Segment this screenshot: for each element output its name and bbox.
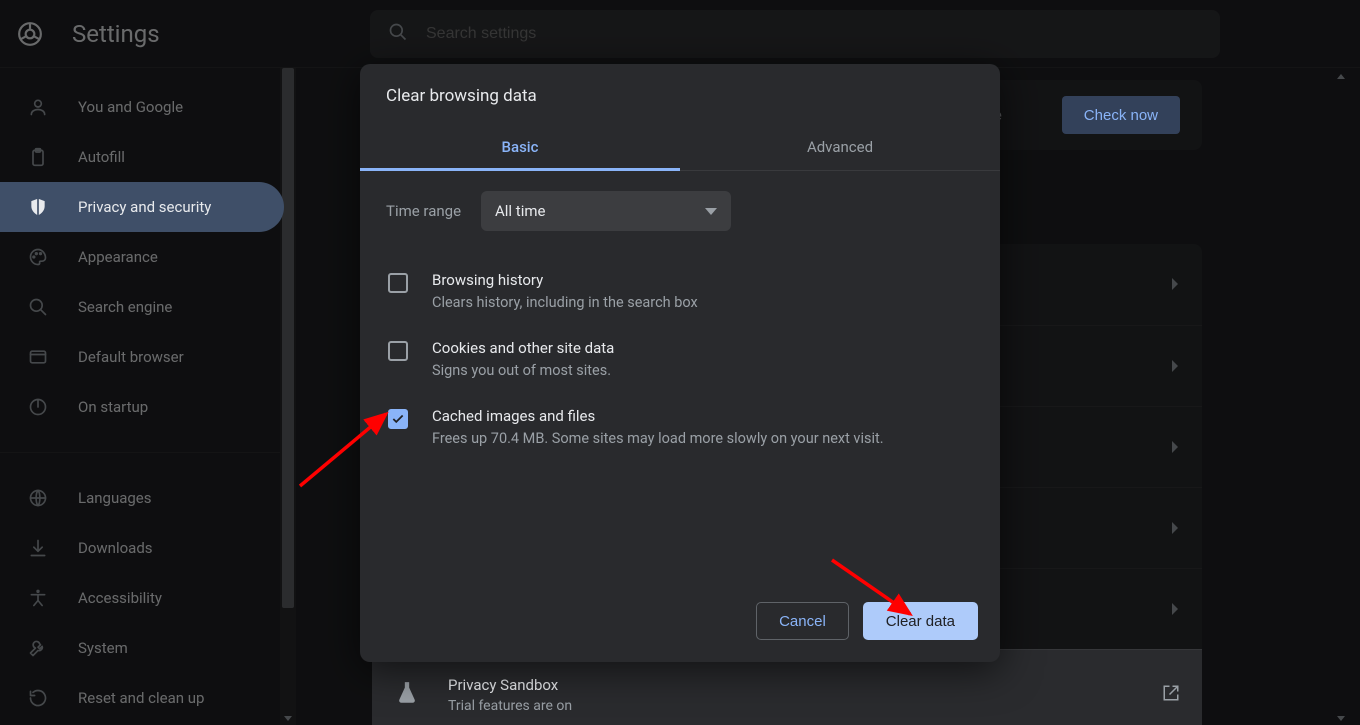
tab-advanced[interactable]: Advanced bbox=[680, 124, 1000, 170]
clear-browsing-data-dialog: Clear browsing data Basic Advanced Time … bbox=[360, 64, 1000, 662]
sidebar-item-reset-and-clean-up[interactable]: Reset and clean up bbox=[0, 673, 284, 723]
search-settings[interactable] bbox=[370, 10, 1220, 58]
browser-icon bbox=[26, 345, 50, 369]
power-icon bbox=[26, 395, 50, 419]
chevron-right-icon bbox=[1170, 600, 1180, 619]
option-title: Cookies and other site data bbox=[432, 339, 614, 357]
download-icon bbox=[26, 536, 50, 560]
clipboard-icon bbox=[26, 145, 50, 169]
accessibility-icon bbox=[26, 586, 50, 610]
palette-icon bbox=[26, 245, 50, 269]
person-icon bbox=[26, 95, 50, 119]
sidebar-item-on-startup[interactable]: On startup bbox=[0, 382, 284, 432]
sidebar-item-label: Privacy and security bbox=[78, 198, 211, 216]
sidebar-item-label: Autofill bbox=[78, 148, 125, 166]
search-input[interactable] bbox=[426, 25, 1202, 43]
clear-option-0: Browsing history Clears history, includin… bbox=[386, 261, 974, 329]
checkbox[interactable] bbox=[388, 273, 408, 293]
sidebar-item-downloads[interactable]: Downloads bbox=[0, 523, 284, 573]
wrench-icon bbox=[26, 636, 50, 660]
sidebar-item-label: You and Google bbox=[78, 98, 183, 116]
sidebar-item-system[interactable]: System bbox=[0, 623, 284, 673]
sidebar-item-label: Search engine bbox=[78, 298, 172, 316]
sidebar-item-label: Languages bbox=[78, 489, 152, 507]
scrollbar-thumb[interactable] bbox=[282, 68, 294, 608]
check-now-button[interactable]: Check now bbox=[1062, 96, 1180, 134]
sidebar-item-autofill[interactable]: Autofill bbox=[0, 132, 284, 182]
option-title: Browsing history bbox=[432, 271, 698, 289]
option-desc: Clears history, including in the search … bbox=[432, 294, 698, 311]
open-external-icon bbox=[1162, 684, 1180, 706]
shield-icon bbox=[26, 195, 50, 219]
globe-icon bbox=[26, 486, 50, 510]
dialog-title: Clear browsing data bbox=[360, 64, 1000, 124]
clear-data-button[interactable]: Clear data bbox=[863, 602, 978, 640]
search-icon bbox=[388, 22, 408, 46]
sidebar-item-default-browser[interactable]: Default browser bbox=[0, 332, 284, 382]
main-scrollbar[interactable] bbox=[1334, 70, 1348, 725]
sandbox-subtitle: Trial features are on bbox=[448, 698, 572, 714]
dialog-tabs: Basic Advanced bbox=[360, 124, 1000, 171]
caret-down-icon bbox=[705, 202, 717, 220]
time-range-label: Time range bbox=[386, 202, 481, 220]
chevron-right-icon bbox=[1170, 519, 1180, 538]
sandbox-title: Privacy Sandbox bbox=[448, 676, 572, 694]
chevron-right-icon bbox=[1170, 275, 1180, 294]
chrome-icon bbox=[16, 20, 44, 48]
sidebar-divider bbox=[0, 452, 296, 453]
sidebar-item-label: Accessibility bbox=[78, 589, 162, 607]
search-icon bbox=[26, 295, 50, 319]
sidebar-scrollbar[interactable] bbox=[280, 68, 296, 725]
sidebar-item-label: System bbox=[78, 639, 128, 657]
time-range-select[interactable]: All time bbox=[481, 191, 731, 231]
restore-icon bbox=[26, 686, 50, 710]
chevron-right-icon bbox=[1170, 438, 1180, 457]
option-desc: Frees up 70.4 MB. Some sites may load mo… bbox=[432, 430, 884, 447]
chevron-right-icon bbox=[1170, 357, 1180, 376]
sidebar-item-appearance[interactable]: Appearance bbox=[0, 232, 284, 282]
sidebar-item-label: Downloads bbox=[78, 539, 153, 557]
sidebar-item-label: Appearance bbox=[78, 248, 158, 266]
sidebar-item-privacy-and-security[interactable]: Privacy and security bbox=[0, 182, 284, 232]
sidebar-item-label: On startup bbox=[78, 398, 148, 416]
clear-option-1: Cookies and other site data Signs you out… bbox=[386, 329, 974, 397]
flask-icon bbox=[394, 680, 430, 710]
cancel-button[interactable]: Cancel bbox=[756, 602, 849, 640]
sidebar-item-search-engine[interactable]: Search engine bbox=[0, 282, 284, 332]
option-desc: Signs you out of most sites. bbox=[432, 362, 614, 379]
sidebar-item-label: Reset and clean up bbox=[78, 689, 204, 707]
clear-option-2: Cached images and files Frees up 70.4 MB.… bbox=[386, 397, 974, 465]
sidebar-item-label: Default browser bbox=[78, 348, 184, 366]
sidebar-item-accessibility[interactable]: Accessibility bbox=[0, 573, 284, 623]
tab-basic[interactable]: Basic bbox=[360, 124, 680, 170]
sidebar-item-you-and-google[interactable]: You and Google bbox=[0, 82, 284, 132]
checkbox[interactable] bbox=[388, 409, 408, 429]
option-title: Cached images and files bbox=[432, 407, 884, 425]
page-title: Settings bbox=[72, 20, 160, 48]
time-range-value: All time bbox=[495, 202, 545, 220]
sidebar: You and Google Autofill Privacy and securi… bbox=[0, 68, 296, 725]
checkbox[interactable] bbox=[388, 341, 408, 361]
sidebar-item-languages[interactable]: Languages bbox=[0, 473, 284, 523]
